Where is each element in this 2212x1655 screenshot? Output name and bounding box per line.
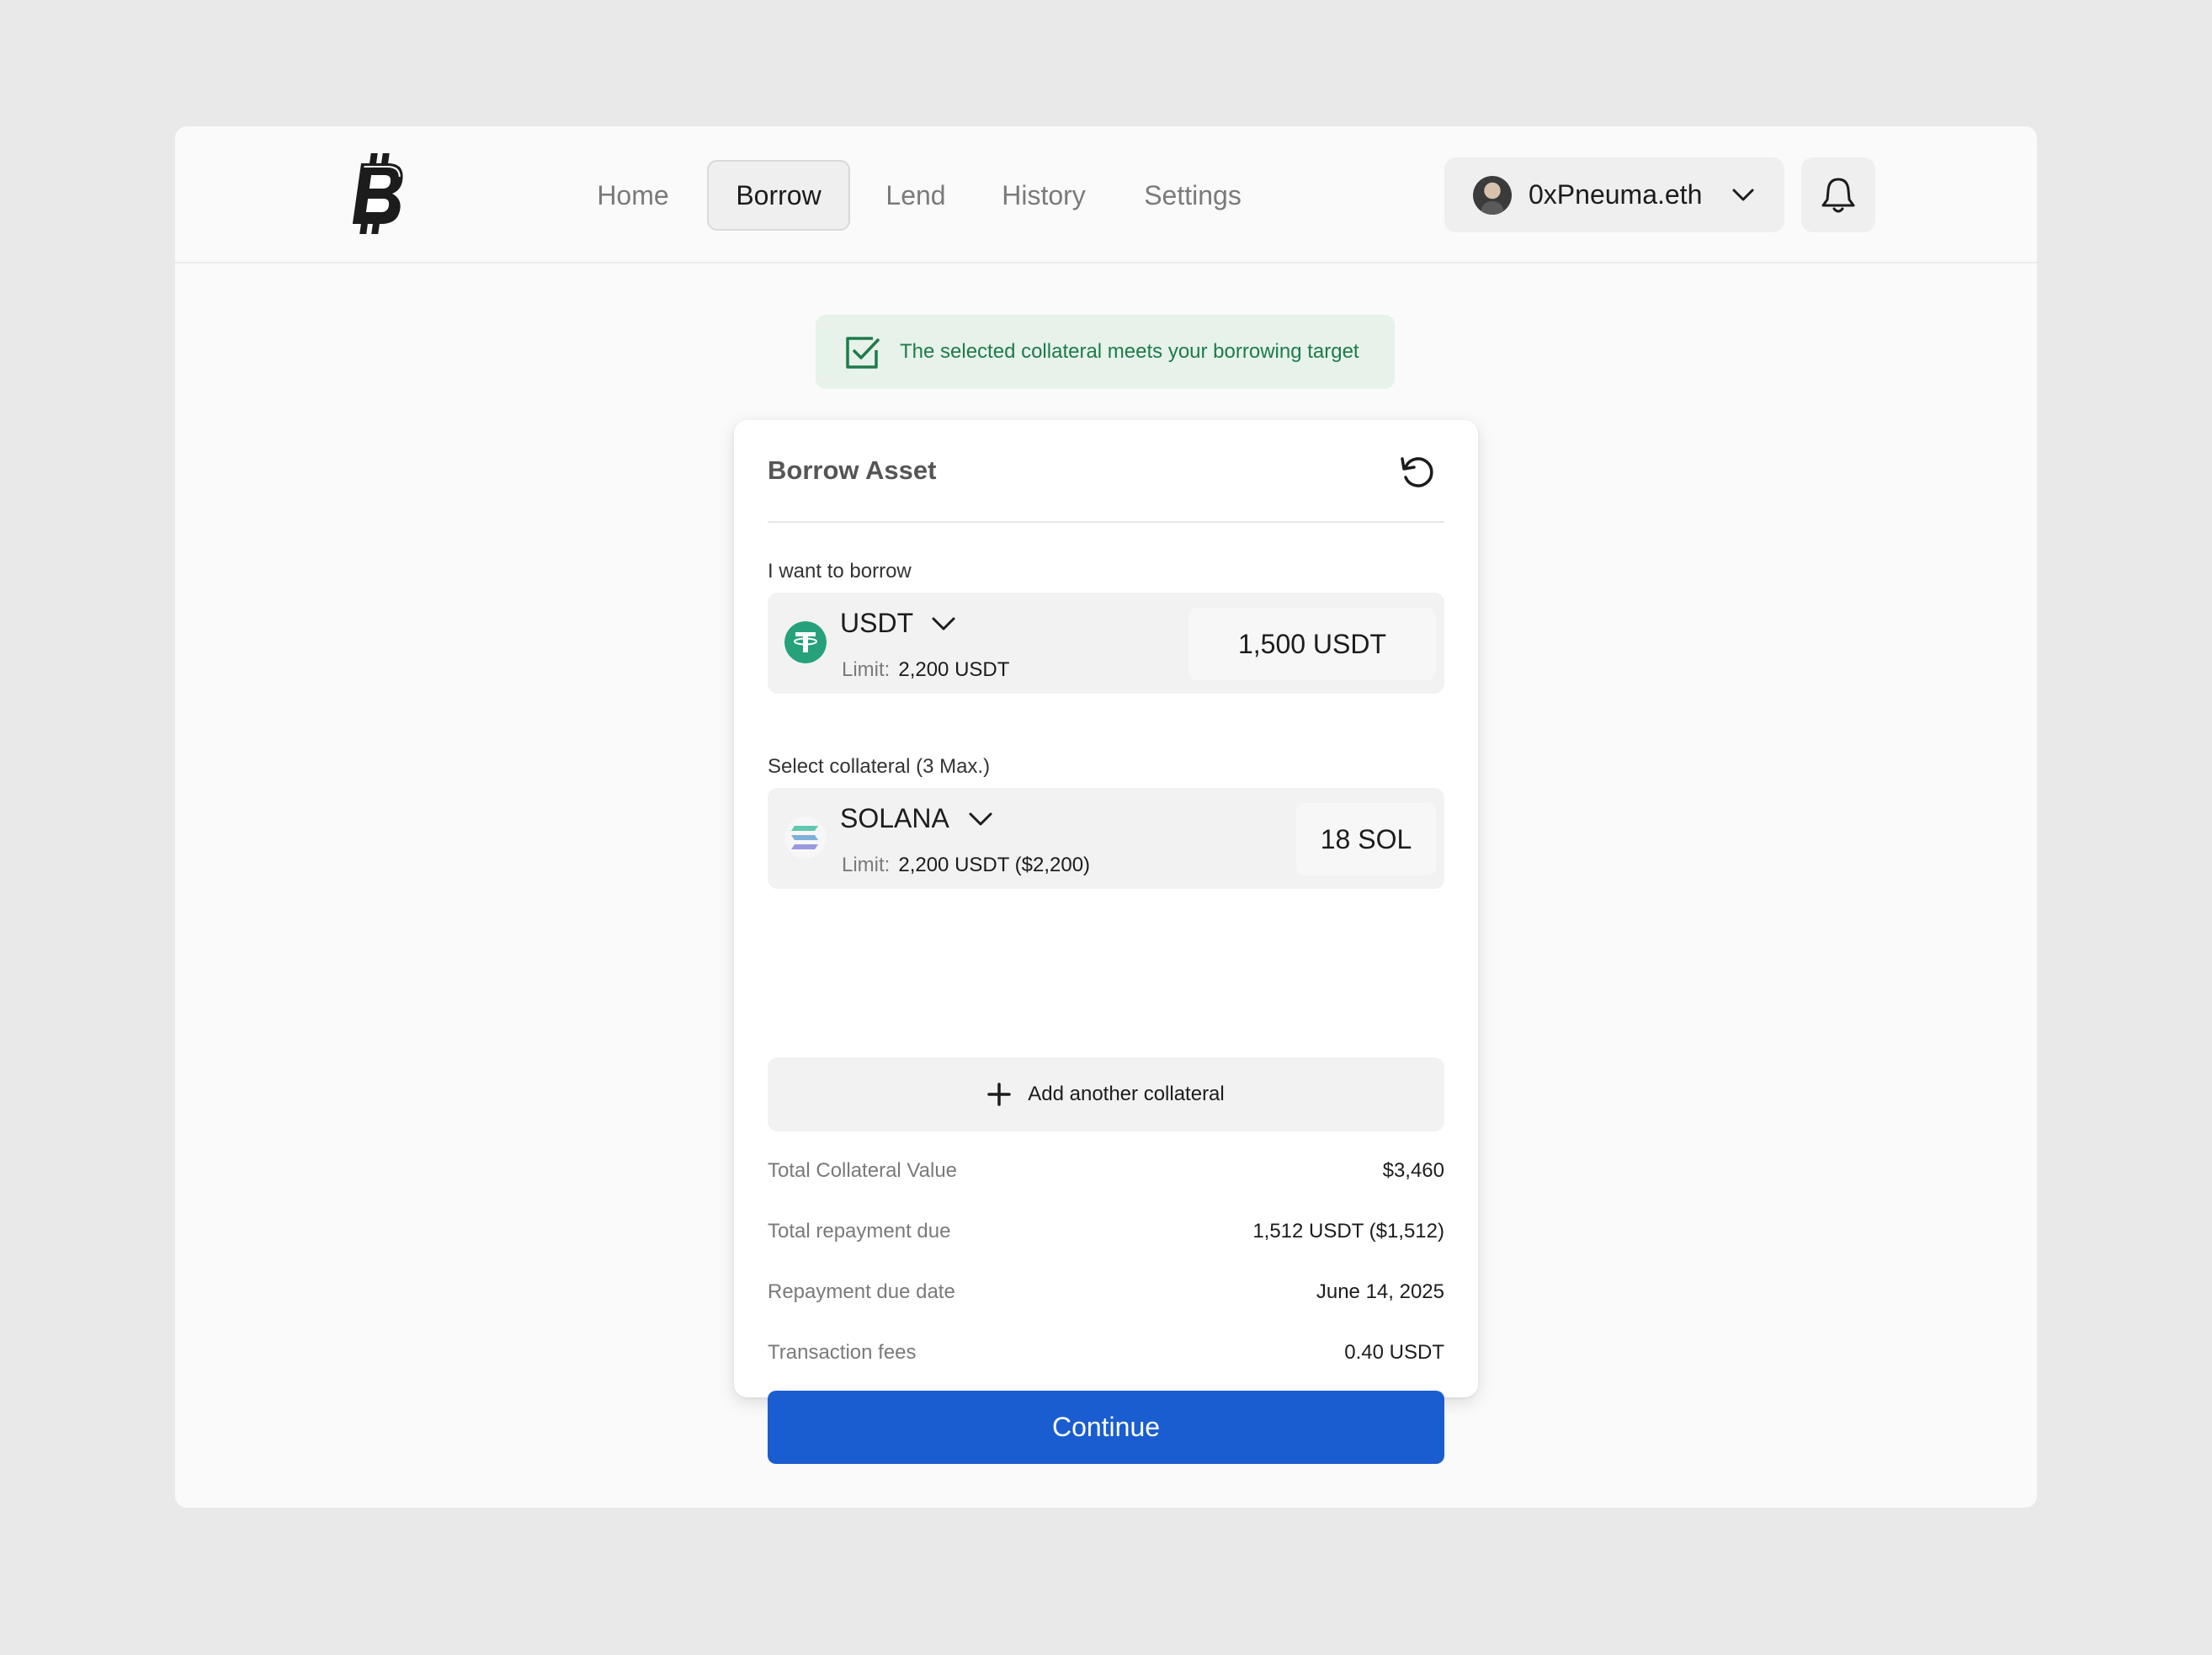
borrow-limit: Limit: 2,200 USDT [842,658,1010,681]
user-menu-button[interactable]: 0xPneuma.eth [1444,157,1784,232]
tether-icon [784,621,827,663]
plus-icon [987,1083,1011,1106]
summary-row: Total Collateral Value $3,460 [768,1159,1444,1182]
nav-history[interactable]: History [981,160,1106,231]
checkbox-check-icon [846,337,880,369]
borrow-asset-name: USDT [840,608,914,638]
chevron-down-icon[interactable] [929,609,958,638]
summary-row: Repayment due date June 14, 2025 [768,1280,1444,1303]
nav-borrow[interactable]: Borrow [707,160,850,231]
chevron-down-icon[interactable] [966,805,995,833]
continue-button[interactable]: Continue [768,1391,1444,1464]
borrow-asset-row: USDT Limit: 2,200 USDT 1,500 USDT [768,593,1444,694]
summary-row: Transaction fees 0.40 USDT [768,1341,1444,1364]
chevron-down-icon [1732,189,1754,201]
avatar [1473,175,1512,215]
banner-text: The selected collateral meets your borro… [900,340,1359,363]
bell-icon [1821,178,1855,212]
add-collateral-button[interactable]: Add another collateral [768,1057,1444,1131]
success-banner: The selected collateral meets your borro… [816,315,1395,389]
app-window: Home Borrow Lend History Settings 0xPneu… [175,126,2037,1508]
nav-home[interactable]: Home [576,160,690,231]
top-header: Home Borrow Lend History Settings 0xPneu… [175,126,2037,263]
card-divider [768,521,1444,523]
borrow-label: I want to borrow [768,560,912,583]
collateral-asset-row: SOLANA Limit: 2,200 USDT ($2,200) 18 SOL [768,788,1444,889]
collateral-asset-name: SOLANA [840,803,949,833]
borrow-card: Borrow Asset I want to borrow USDT Limit… [734,420,1478,1464]
add-collateral-label: Add another collateral [1028,1083,1225,1105]
card-title: Borrow Asset [768,455,937,485]
refresh-icon[interactable] [1396,450,1439,494]
user-name: 0xPneuma.eth [1529,179,1703,210]
collateral-amount-input[interactable]: 18 SOL [1296,803,1436,875]
nav-lend[interactable]: Lend [867,160,965,231]
collateral-label: Select collateral (3 Max.) [768,755,991,778]
notifications-button[interactable] [1801,157,1875,232]
solana-icon [784,817,827,859]
collateral-limit: Limit: 2,200 USDT ($2,200) [842,854,1091,876]
nav-settings[interactable]: Settings [1123,160,1263,231]
summary-row: Total repayment due 1,512 USDT ($1,512) [768,1220,1444,1243]
borrow-amount-input[interactable]: 1,500 USDT [1188,608,1436,680]
